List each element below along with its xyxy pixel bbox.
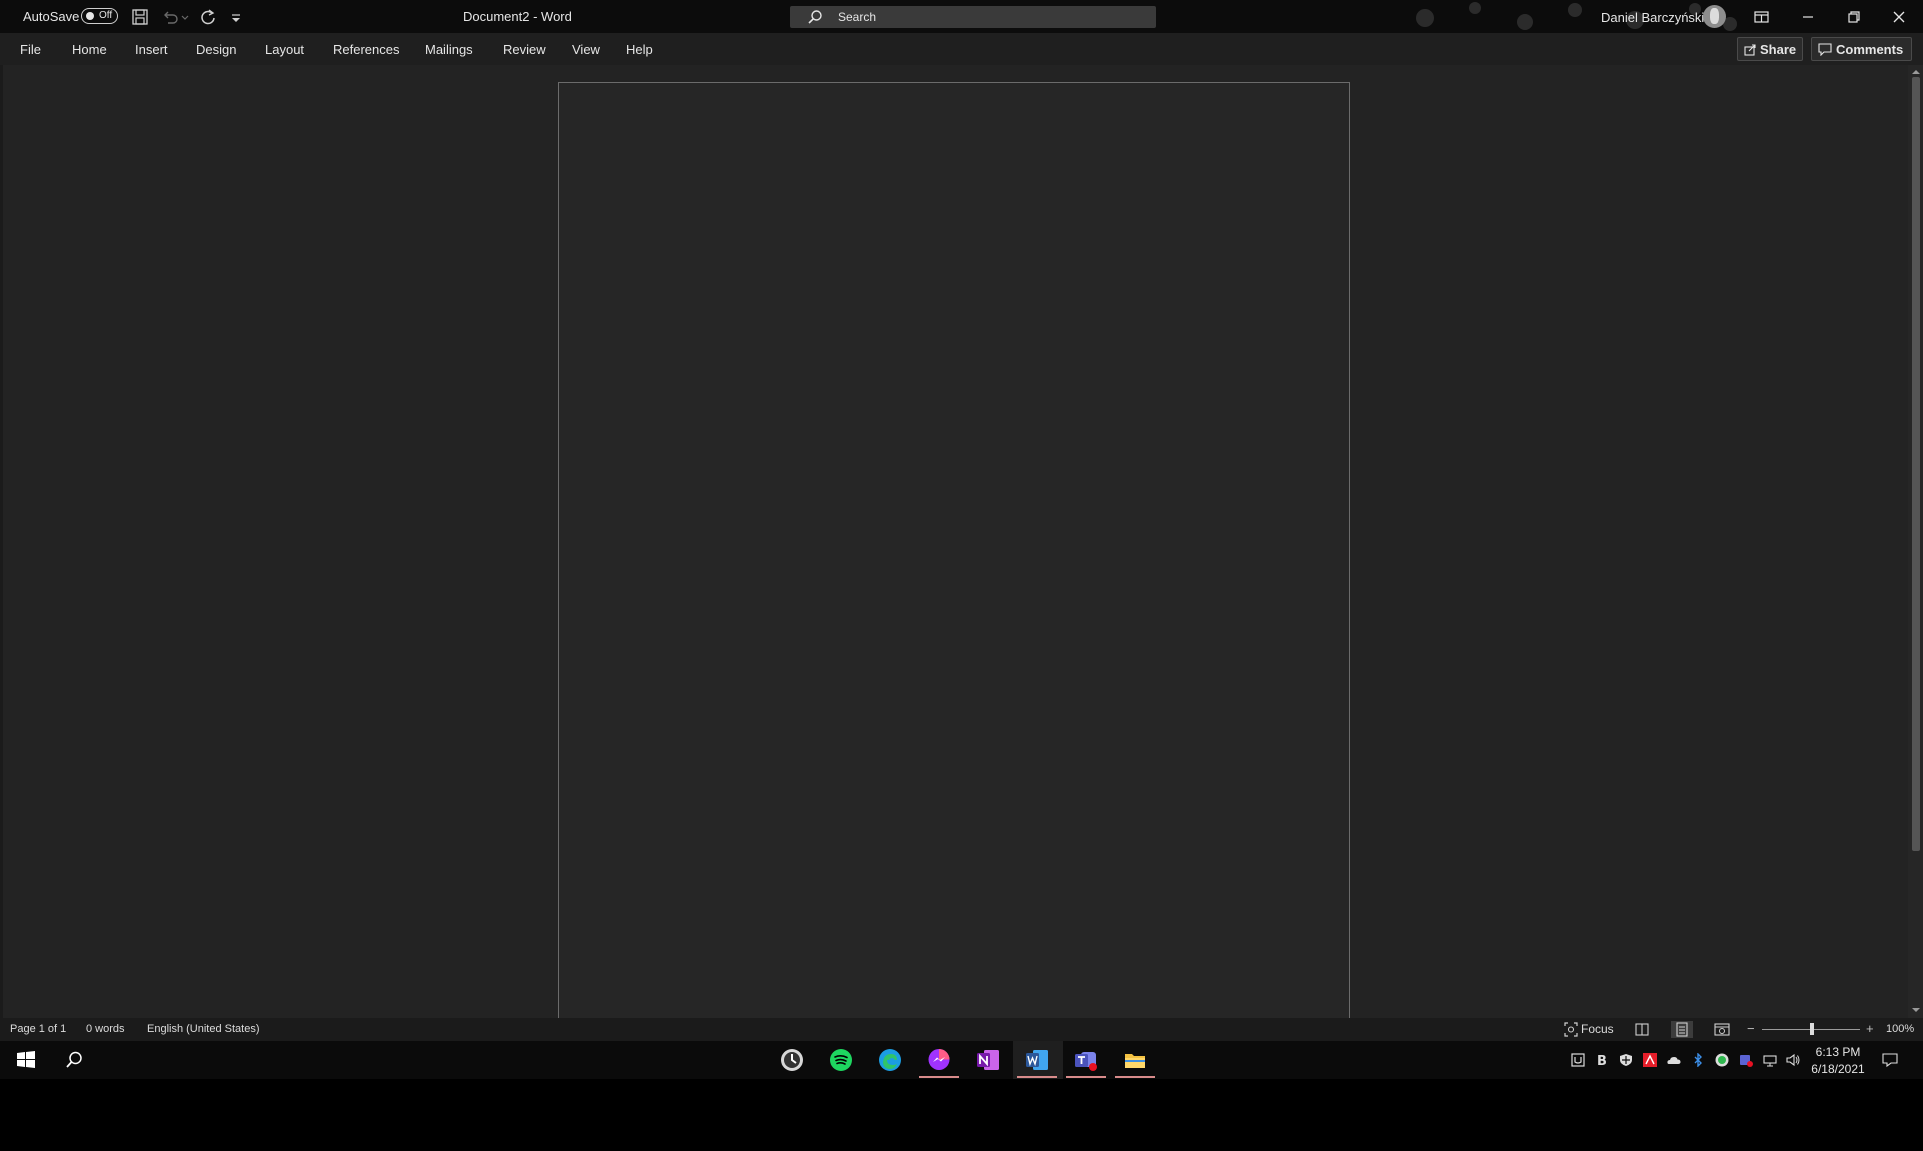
close-icon[interactable]: [1888, 6, 1910, 28]
status-bar: Page 1 of 1 0 words English (United Stat…: [0, 1018, 1923, 1041]
redo-icon[interactable]: [198, 7, 218, 27]
security-shield-icon[interactable]: [1619, 1053, 1633, 1067]
adobe-icon[interactable]: [1643, 1053, 1657, 1067]
tab-view[interactable]: View: [572, 42, 600, 57]
ribbon-tabs: File Home Insert Design Layout Reference…: [0, 33, 1923, 65]
window-left-edge: [0, 65, 3, 1018]
comments-label: Comments: [1836, 42, 1904, 57]
page-info[interactable]: Page 1 of 1: [10, 1023, 66, 1035]
read-mode-icon[interactable]: [1631, 1021, 1653, 1038]
search-icon: [808, 10, 822, 24]
web-layout-icon[interactable]: [1711, 1021, 1733, 1038]
focus-label[interactable]: Focus: [1581, 1022, 1614, 1036]
share-button[interactable]: Share: [1737, 37, 1803, 61]
share-label: Share: [1760, 42, 1797, 57]
zoom-level[interactable]: 100%: [1886, 1023, 1914, 1035]
svg-text:B: B: [1597, 1054, 1607, 1067]
tab-layout[interactable]: Layout: [265, 42, 304, 57]
system-clock[interactable]: 6:13 PM 6/18/2021: [1808, 1044, 1868, 1078]
action-center-icon[interactable]: [1882, 1052, 1898, 1068]
volume-icon[interactable]: [1786, 1053, 1800, 1067]
autosave-label: AutoSave: [23, 9, 80, 24]
teams-icon[interactable]: [1074, 1048, 1098, 1072]
document-page[interactable]: [558, 82, 1350, 1018]
tray-b-icon[interactable]: B: [1595, 1053, 1609, 1067]
windows-taskbar: B 6:13 PM 6/18/2021: [0, 1041, 1923, 1079]
clock-time: 6:13 PM: [1815, 1045, 1861, 1059]
zoom-slider-thumb[interactable]: [1810, 1023, 1814, 1035]
print-layout-icon[interactable]: [1671, 1021, 1693, 1038]
avatar[interactable]: [1703, 5, 1726, 28]
clock-date: 6/18/2021: [1811, 1062, 1865, 1076]
onedrive-icon[interactable]: [1667, 1053, 1681, 1067]
minimize-icon[interactable]: [1797, 6, 1819, 28]
autosave-state: Off: [99, 10, 113, 21]
teams-running-indicator: [1066, 1076, 1106, 1078]
messenger-running-indicator: [919, 1076, 959, 1078]
tab-home[interactable]: Home: [72, 42, 107, 57]
tab-design[interactable]: Design: [196, 42, 236, 57]
ribbon-display-options-icon[interactable]: [1750, 6, 1772, 28]
edge-icon[interactable]: [878, 1048, 902, 1072]
comments-button[interactable]: Comments: [1811, 37, 1912, 61]
tab-file[interactable]: File: [20, 42, 41, 57]
save-icon[interactable]: [130, 7, 150, 27]
autosave-toggle[interactable]: Off: [81, 8, 118, 24]
toggle-knob: [86, 12, 94, 20]
user-name[interactable]: Daniel Barczyński: [1601, 10, 1704, 25]
tab-mailings[interactable]: Mailings: [425, 42, 473, 57]
tab-insert[interactable]: Insert: [135, 42, 168, 57]
green-app-icon[interactable]: [1715, 1053, 1729, 1067]
vertical-scrollbar[interactable]: [1908, 65, 1923, 1018]
scroll-down-icon[interactable]: [1911, 1006, 1921, 1014]
document-title: Document2 - Word: [463, 9, 572, 24]
clock-app-icon[interactable]: [780, 1048, 804, 1072]
search-icon[interactable]: [64, 1050, 84, 1070]
spotify-icon[interactable]: [829, 1048, 853, 1072]
screen-bottom-area: [0, 1079, 1923, 1151]
bluetooth-icon[interactable]: [1691, 1053, 1705, 1067]
onenote-icon[interactable]: [976, 1048, 1000, 1072]
word-count[interactable]: 0 words: [86, 1023, 125, 1035]
network-icon[interactable]: [1763, 1053, 1777, 1067]
comment-icon: [1818, 43, 1832, 56]
undo-icon[interactable]: [160, 7, 180, 27]
zoom-in-button[interactable]: +: [1866, 1021, 1874, 1036]
zoom-out-button[interactable]: −: [1747, 1021, 1755, 1036]
restore-icon[interactable]: [1843, 6, 1865, 28]
windows-start-icon[interactable]: [15, 1049, 37, 1071]
share-icon: [1744, 44, 1756, 56]
file-explorer-icon[interactable]: [1123, 1048, 1147, 1072]
search-placeholder: Search: [838, 10, 877, 24]
document-canvas[interactable]: [0, 65, 1923, 1018]
tab-review[interactable]: Review: [503, 42, 546, 57]
tab-help[interactable]: Help: [626, 42, 653, 57]
customize-toolbar-icon[interactable]: [228, 7, 244, 27]
tray-app-icon[interactable]: [1571, 1053, 1585, 1067]
word-icon[interactable]: [1025, 1048, 1049, 1072]
tab-references[interactable]: References: [333, 42, 399, 57]
undo-dropdown-icon[interactable]: [180, 7, 190, 27]
messenger-icon[interactable]: [927, 1048, 951, 1072]
scrollbar-thumb[interactable]: [1912, 77, 1920, 851]
word-running-indicator: [1017, 1076, 1057, 1078]
teams-tray-icon[interactable]: [1739, 1053, 1753, 1067]
scroll-up-icon[interactable]: [1911, 68, 1921, 76]
explorer-running-indicator: [1115, 1076, 1155, 1078]
language[interactable]: English (United States): [147, 1023, 260, 1035]
focus-icon[interactable]: [1563, 1021, 1579, 1038]
title-bar: AutoSave Off Document2 - Word Search Dan…: [0, 0, 1923, 33]
search-box[interactable]: Search: [790, 6, 1156, 28]
